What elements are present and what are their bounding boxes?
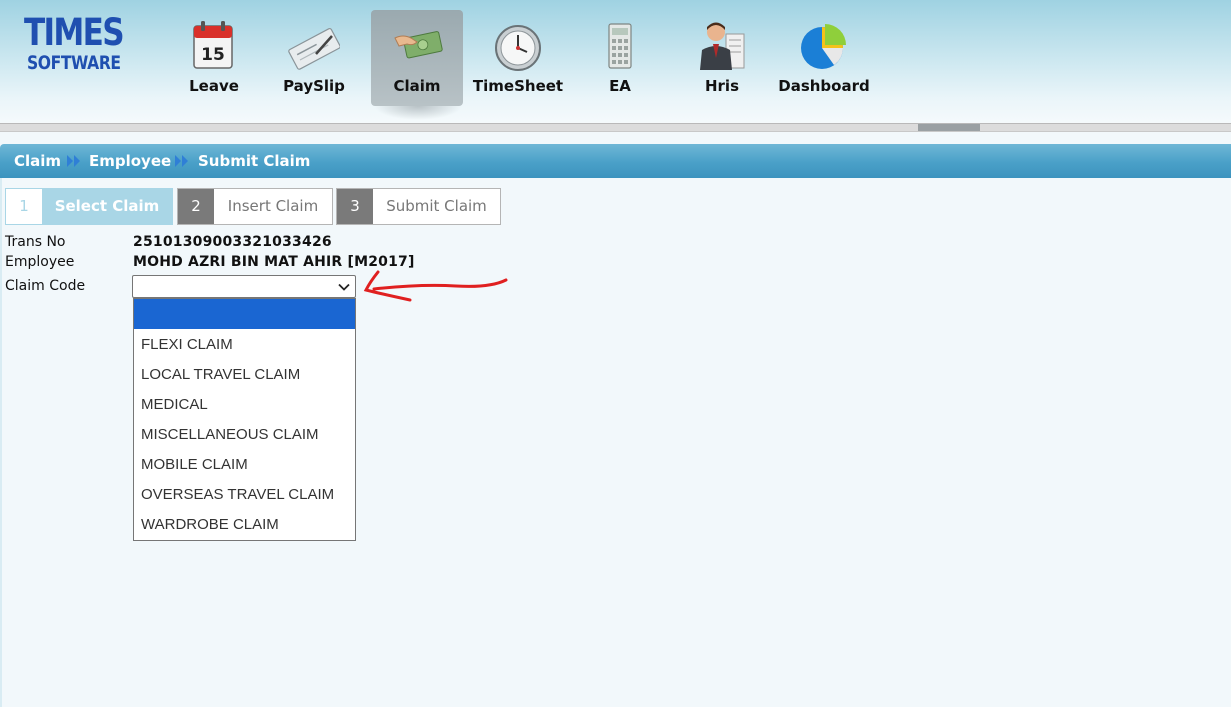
step-number: 3 [337,189,373,224]
nav-leave[interactable]: 15 Leave [168,10,260,106]
claim-option[interactable]: MEDICAL [134,390,355,420]
nav-claim-label: Claim [393,77,441,95]
double-arrow-icon [67,155,80,167]
claim-option[interactable]: FLEXI CLAIM [134,330,355,360]
splitter-handle[interactable] [918,124,980,131]
calculator-icon [608,23,632,69]
nav-leave-label: Leave [189,77,239,95]
claim-code-label: Claim Code [5,278,86,294]
nav-dashboard-label: Dashboard [778,77,870,95]
logo-line2: SOFTWARE [27,52,121,74]
step-number: 2 [178,189,214,224]
claim-option[interactable]: MOBILE CLAIM [134,450,355,480]
claim-option[interactable]: MISCELLANEOUS CLAIM [134,420,355,450]
red-arrow-annotation [363,270,508,302]
nav-hris-label: Hris [704,77,740,95]
chevron-down-icon [338,283,350,291]
nav-dashboard[interactable]: Dashboard [778,10,870,106]
trans-no-label: Trans No [5,234,66,250]
active-tab-shadow [374,106,462,120]
step-insert-claim[interactable]: 2 Insert Claim [177,188,333,225]
svg-text:15: 15 [201,45,225,65]
breadcrumb-claim[interactable]: Claim [14,152,61,170]
nav-payslip[interactable]: PaySlip [268,10,360,106]
claim-option-blank[interactable] [134,299,355,329]
step-label: Insert Claim [227,197,319,215]
step-submit-claim[interactable]: 3 Submit Claim [336,188,501,225]
nav-timesheet[interactable]: TimeSheet [472,10,564,106]
claim-option[interactable]: LOCAL TRAVEL CLAIM [134,360,355,390]
claim-option[interactable]: OVERSEAS TRAVEL CLAIM [134,480,355,510]
nav-timesheet-label: TimeSheet [472,77,564,95]
pie-chart-icon [801,24,846,69]
top-header: TIMES SOFTWARE 15 Leave PaySlip Claim Ti… [0,0,1231,123]
employee-label: Employee [5,254,75,270]
calendar-icon: 15 [193,21,233,69]
header-divider [0,123,1231,132]
breadcrumb-employee[interactable]: Employee [89,152,171,170]
person-icon [700,22,745,70]
step-number: 1 [6,189,42,224]
step-label: Select Claim [54,197,160,215]
cheque-icon [288,28,340,70]
times-software-logo[interactable]: TIMES SOFTWARE [24,14,130,76]
nav-hris[interactable]: Hris [676,10,768,106]
breadcrumb-submit-claim: Submit Claim [198,152,311,170]
nav-ea[interactable]: EA [574,10,666,106]
double-arrow-icon [175,155,188,167]
nav-ea-label: EA [609,77,631,95]
logo-line1: TIMES [24,11,125,54]
claim-code-select[interactable] [132,275,356,298]
breadcrumb: Claim Employee Submit Claim [0,144,1231,178]
nav-claim[interactable]: Claim [371,10,463,106]
step-label: Submit Claim [386,197,487,215]
clock-icon [495,25,541,71]
content-left-border [0,178,2,707]
claim-code-dropdown: FLEXI CLAIM LOCAL TRAVEL CLAIM MEDICAL M… [133,298,356,541]
money-hand-icon [394,31,443,59]
nav-payslip-label: PaySlip [283,77,345,95]
step-select-claim[interactable]: 1 Select Claim [5,188,173,225]
claim-option[interactable]: WARDROBE CLAIM [134,510,355,540]
trans-no-value: 25101309003321033426 [133,234,332,250]
